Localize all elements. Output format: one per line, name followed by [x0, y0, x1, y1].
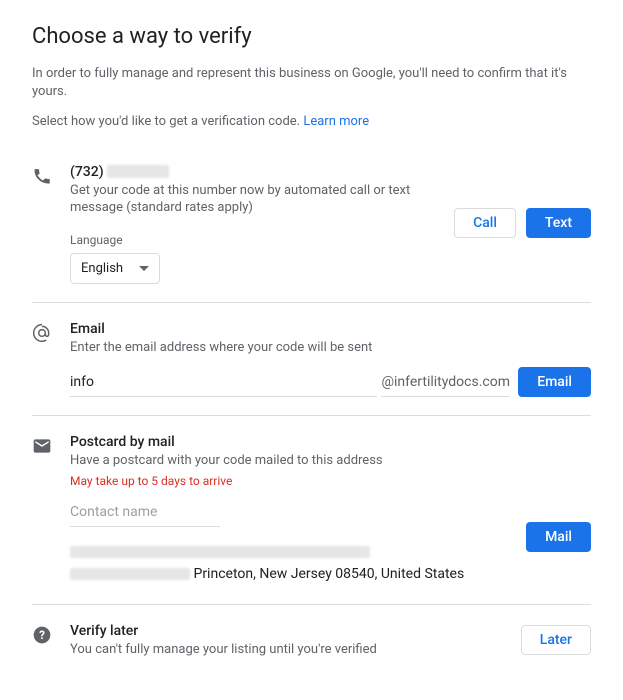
verify-later-section: ? Verify later You can't fully manage yo… — [32, 604, 591, 677]
mail-button[interactable]: Mail — [526, 522, 591, 552]
language-select[interactable]: English — [70, 253, 160, 284]
address-block: Princeton, New Jersey 08540, United Stat… — [70, 541, 591, 586]
redacted-address-2 — [70, 568, 190, 580]
later-title: Verify later — [70, 623, 591, 639]
email-domain: @infertilitydocs.com — [381, 374, 510, 397]
email-button[interactable]: Email — [518, 367, 591, 397]
learn-more-link[interactable]: Learn more — [303, 114, 369, 129]
verify-email-section: Email Enter the email address where your… — [32, 302, 591, 416]
email-icon — [32, 328, 52, 347]
mail-title: Postcard by mail — [70, 434, 591, 450]
intro-text-2: Select how you'd like to get a verificat… — [32, 113, 591, 131]
call-button[interactable]: Call — [454, 208, 516, 238]
intro-text-1: In order to fully manage and represent t… — [32, 65, 591, 101]
redacted-address-1 — [70, 546, 370, 558]
help-icon: ? — [32, 630, 52, 649]
email-desc: Enter the email address where your code … — [70, 339, 591, 357]
address-visible: Princeton, New Jersey 08540, United Stat… — [193, 566, 464, 582]
email-title: Email — [70, 321, 591, 337]
later-button[interactable]: Later — [521, 625, 591, 655]
phone-icon — [32, 171, 52, 190]
redacted-phone-a — [107, 165, 169, 178]
mail-desc: Have a postcard with your code mailed to… — [70, 452, 591, 470]
contact-name-input[interactable] — [70, 498, 220, 527]
email-input[interactable] — [70, 368, 377, 397]
verify-phone-section: (732) Get your code at this number now b… — [32, 144, 591, 302]
later-desc: You can't fully manage your listing unti… — [70, 641, 591, 659]
verify-mail-section: Postcard by mail Have a postcard with yo… — [32, 415, 591, 603]
mail-warning: May take up to 5 days to arrive — [70, 474, 591, 488]
page-title: Choose a way to verify — [32, 24, 591, 49]
phone-desc: Get your code at this number now by auto… — [70, 182, 440, 217]
svg-text:?: ? — [39, 628, 45, 642]
mail-icon — [32, 441, 52, 460]
text-button[interactable]: Text — [526, 208, 591, 238]
phone-number-prefix: (732) — [70, 164, 107, 180]
